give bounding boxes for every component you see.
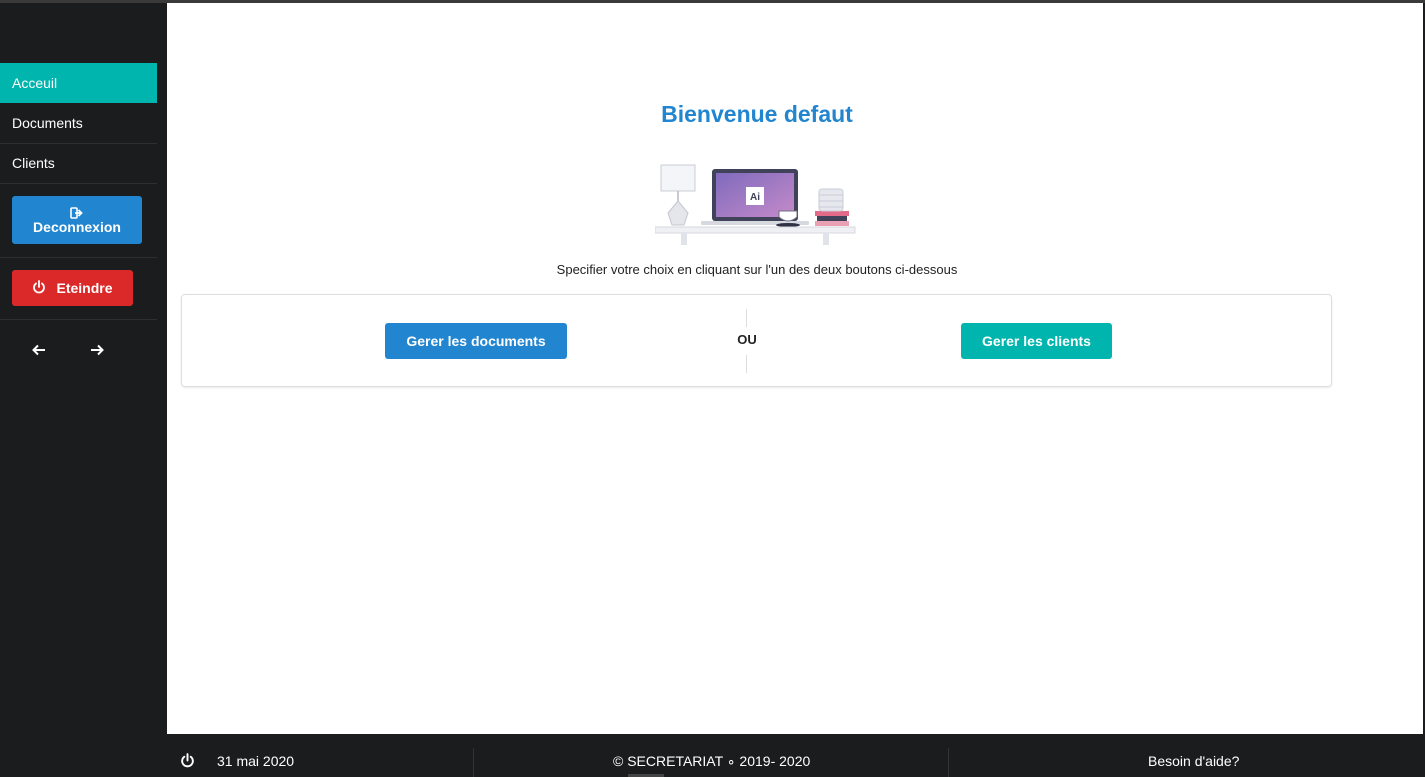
instruction-text: Specifier votre choix en cliquant sur l'… <box>556 262 958 277</box>
or-divider-label: OU <box>737 332 757 347</box>
sidebar-divider <box>0 319 157 320</box>
footer-copyright: © SECRETARIAT ∘ 2019- 2020 <box>613 753 811 769</box>
logout-label: Deconnexion <box>33 219 121 235</box>
manage-documents-button[interactable]: Gerer les documents <box>385 323 567 359</box>
shutdown-button[interactable]: Eteindre <box>12 270 133 306</box>
footer-date: 31 mai 2020 <box>217 753 295 769</box>
main-content: Bienvenue defaut Ai Specifier votre choi… <box>167 3 1423 734</box>
arrow-left-icon[interactable] <box>30 341 48 359</box>
choice-panel: Gerer les documents OU Gerer les clients <box>181 294 1332 387</box>
power-icon <box>180 753 195 768</box>
desk-illustration: Ai <box>654 161 859 249</box>
footer-divider <box>948 748 949 777</box>
vertical-divider <box>746 355 747 373</box>
ai-badge: Ai <box>750 192 760 203</box>
logout-button[interactable]: Deconnexion <box>12 196 142 244</box>
sidebar: Acceuil Documents Clients Deconnexion Et… <box>0 3 167 734</box>
help-link[interactable]: Besoin d'aide? <box>1148 753 1239 769</box>
sidebar-divider <box>0 257 157 258</box>
sign-out-icon <box>12 206 142 219</box>
sidebar-item-accueil[interactable]: Acceuil <box>0 63 157 103</box>
vertical-divider <box>746 309 747 327</box>
arrow-right-icon[interactable] <box>88 341 106 359</box>
footer-divider <box>473 748 474 777</box>
manage-clients-button[interactable]: Gerer les clients <box>961 323 1112 359</box>
sidebar-item-documents[interactable]: Documents <box>0 103 157 143</box>
page-title: Bienvenue defaut <box>661 101 853 127</box>
sidebar-divider <box>0 183 157 184</box>
sidebar-item-clients[interactable]: Clients <box>0 143 157 183</box>
footer: 31 mai 2020 © SECRETARIAT ∘ 2019- 2020 B… <box>167 734 1425 777</box>
power-icon <box>32 279 46 297</box>
shutdown-label: Eteindre <box>56 280 113 296</box>
